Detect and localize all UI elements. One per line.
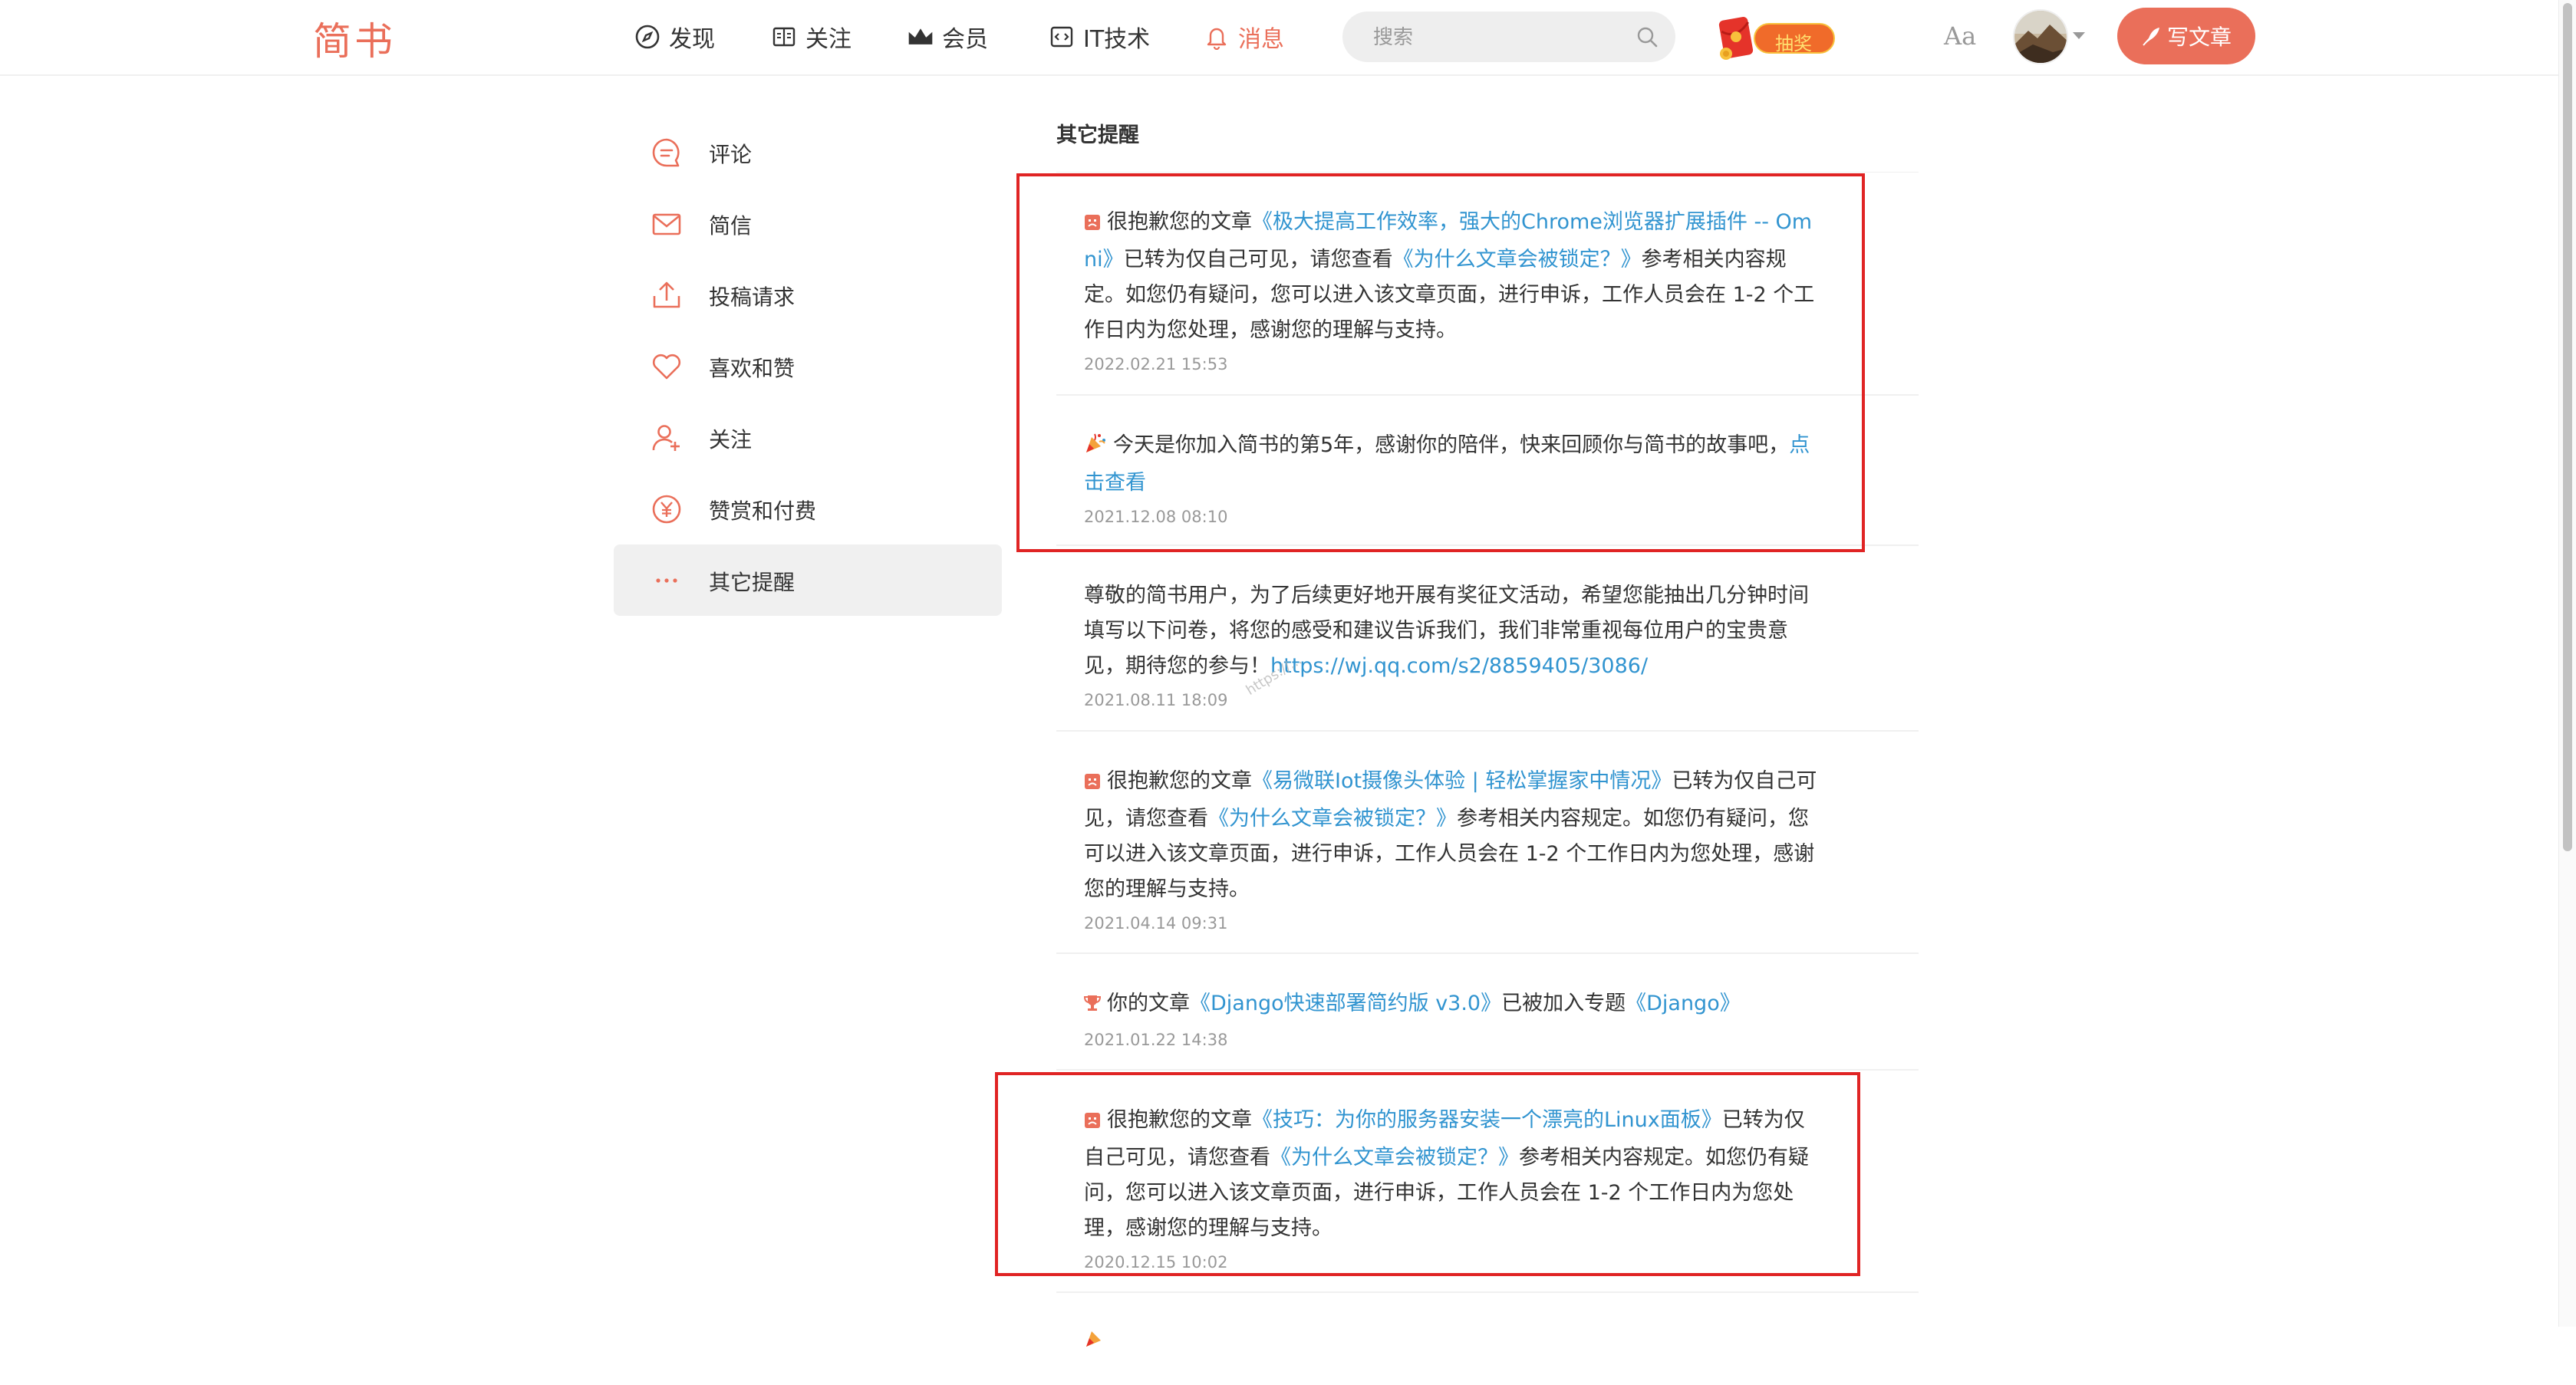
sidebar-item-label: 赞赏和付费 — [709, 498, 817, 524]
notice-body: 你的文章《Django快速部署简约版 v3.0》已被加入专题《Django》 — [1083, 986, 1819, 1024]
sidebar-item-submissions[interactable]: 投稿请求 — [614, 259, 1002, 331]
collection-link[interactable]: 《Django》 — [1626, 992, 1741, 1015]
page-scrollbar[interactable] — [2558, 0, 2576, 1327]
sidebar-item-label: 关注 — [709, 427, 753, 452]
nav-messages[interactable]: 消息 — [1203, 20, 1284, 54]
sidebar-item-label: 其它提醒 — [709, 570, 796, 595]
sad-face-icon — [1084, 1105, 1101, 1140]
crown-icon — [907, 23, 934, 51]
list-item: 今天是你加入简书的第5年，感谢你的陪伴，快来回顾你与简书的故事吧，点击查看 20… — [1056, 396, 1919, 546]
notification-sidebar: 评论 简信 投稿请求 喜欢和赞 关注 赞赏和付费 其它提醒 — [614, 117, 1002, 616]
book-icon — [770, 23, 798, 51]
nav-it-label: IT技术 — [1083, 26, 1151, 53]
notice-body: 今天是你加入简书的第5年，感谢你的陪伴，快来回顾你与简书的故事吧，点击查看 — [1084, 428, 1819, 501]
lottery-badge[interactable]: 抽奖 — [1709, 12, 1838, 63]
nav-messages-label: 消息 — [1238, 26, 1284, 53]
sidebar-item-other[interactable]: 其它提醒 — [614, 544, 1002, 616]
notice-text: 很抱歉您的文章 — [1107, 1108, 1252, 1132]
nav-it[interactable]: IT技术 — [1048, 20, 1150, 54]
notice-body: 很抱歉您的文章《极大提高工作效率，强大的Chrome浏览器扩展插件 -- Omn… — [1084, 205, 1819, 348]
nav-follow[interactable]: 关注 — [770, 20, 852, 54]
sidebar-item-label: 喜欢和赞 — [709, 356, 796, 381]
search-icon[interactable] — [1636, 25, 1659, 48]
search-box — [1342, 12, 1675, 64]
notice-body: 尊敬的简书用户，为了后续更好地开展有奖征文活动，希望您能抽出几分钟时间填写以下问… — [1084, 578, 1819, 684]
page-title: 其它提醒 — [1056, 123, 1139, 147]
search-input[interactable] — [1372, 12, 1620, 64]
notice-text: 你的文章 — [1107, 992, 1190, 1015]
notice-time: 2021.08.11 18:09 — [1084, 691, 1228, 709]
list-item — [1056, 1293, 1919, 1385]
sad-face-icon — [1084, 207, 1101, 242]
sad-face-icon — [1084, 766, 1101, 801]
lottery-pill: 抽奖 — [1754, 23, 1835, 54]
notice-time: 2022.02.21 15:53 — [1084, 355, 1228, 373]
sidebar-item-comments[interactable]: 评论 — [614, 117, 1002, 188]
article-link[interactable]: 《Django快速部署简约版 v3.0》 — [1190, 992, 1501, 1015]
sidebar-item-rewards[interactable]: 赞赏和付费 — [614, 473, 1002, 544]
notice-text: 很抱歉您的文章 — [1107, 769, 1252, 793]
sidebar-item-messages[interactable]: 简信 — [614, 188, 1002, 259]
sidebar-item-likes[interactable]: 喜欢和赞 — [614, 331, 1002, 402]
party-icon — [1084, 430, 1107, 466]
top-navbar: 简书 发现 关注 会员 IT技术 消息 抽奖 — [0, 0, 2576, 76]
font-size-toggle[interactable]: Aa — [1944, 21, 1976, 51]
trophy-icon — [1083, 989, 1102, 1024]
article-link[interactable]: 《技巧：为你的服务器安装一个漂亮的Linux面板》 — [1252, 1108, 1722, 1132]
list-item: 很抱歉您的文章《极大提高工作效率，强大的Chrome浏览器扩展插件 -- Omn… — [1056, 173, 1919, 396]
sidebar-item-label: 评论 — [709, 142, 753, 167]
notice-time: 2020.12.15 10:02 — [1084, 1253, 1228, 1272]
notice-time: 2021.01.22 14:38 — [1084, 1031, 1228, 1049]
code-icon — [1048, 23, 1076, 51]
avatar[interactable] — [2013, 9, 2068, 64]
article-link[interactable]: 《易微联Iot摄像头体验 | 轻松掌握家中情况》 — [1252, 769, 1672, 793]
mail-icon — [649, 206, 684, 242]
notice-body: 很抱歉您的文章《易微联Iot摄像头体验 | 轻松掌握家中情况》已转为仅自己可见，… — [1084, 764, 1819, 907]
notice-text: 已被加入专题 — [1501, 992, 1626, 1015]
comment-icon — [649, 135, 684, 170]
nav-follow-label: 关注 — [805, 26, 852, 53]
notice-text: 已转为仅自己可见，请您查看 — [1123, 248, 1393, 271]
write-article-label: 写文章 — [2166, 25, 2232, 50]
lock-policy-link[interactable]: 《为什么文章会被锁定？》 — [1270, 1146, 1519, 1170]
notice-text: 很抱歉您的文章 — [1107, 210, 1252, 234]
more-icon — [649, 563, 684, 598]
sidebar-item-label: 投稿请求 — [709, 285, 796, 310]
site-logo[interactable]: 简书 — [313, 11, 396, 66]
notice-time: 2021.04.14 09:31 — [1084, 914, 1228, 933]
lock-policy-link[interactable]: 《为什么文章会被锁定？》 — [1208, 807, 1457, 831]
notice-text: 今天是你加入简书的第5年，感谢你的陪伴，快来回顾你与简书的故事吧， — [1113, 433, 1790, 457]
nav-member-label: 会员 — [942, 26, 988, 53]
notice-list: 很抱歉您的文章《极大提高工作效率，强大的Chrome浏览器扩展插件 -- Omn… — [1056, 172, 1919, 1385]
nav-discover-label: 发现 — [669, 26, 715, 53]
compass-icon — [634, 23, 661, 51]
heart-icon — [649, 349, 684, 384]
survey-link[interactable]: https://wj.qq.com/s2/8859405/3086/ — [1270, 654, 1648, 678]
notice-body: 很抱歉您的文章《技巧：为你的服务器安装一个漂亮的Linux面板》已转为仅自己可见… — [1084, 1103, 1819, 1246]
scrollbar-thumb[interactable] — [2563, 3, 2572, 851]
list-item: 尊敬的简书用户，为了后续更好地开展有奖征文活动，希望您能抽出几分钟时间填写以下问… — [1056, 546, 1919, 732]
yen-icon — [649, 492, 684, 527]
lock-policy-link[interactable]: 《为什么文章会被锁定？》 — [1393, 248, 1642, 271]
sidebar-item-label: 简信 — [709, 213, 753, 239]
list-item: 你的文章《Django快速部署简约版 v3.0》已被加入专题《Django》 2… — [1056, 954, 1919, 1071]
bell-icon — [1203, 23, 1230, 51]
nav-member[interactable]: 会员 — [907, 20, 988, 54]
upload-icon — [649, 278, 684, 313]
write-article-button[interactable]: 写文章 — [2117, 8, 2255, 64]
avatar-image — [2014, 11, 2067, 63]
list-item: 很抱歉您的文章《技巧：为你的服务器安装一个漂亮的Linux面板》已转为仅自己可见… — [1056, 1071, 1919, 1293]
list-item: 很抱歉您的文章《易微联Iot摄像头体验 | 轻松掌握家中情况》已转为仅自己可见，… — [1056, 732, 1919, 954]
sidebar-item-follows[interactable]: 关注 — [614, 402, 1002, 473]
lottery-label: 抽奖 — [1775, 33, 1812, 54]
nav-discover[interactable]: 发现 — [634, 20, 715, 54]
feather-icon — [2143, 28, 2159, 46]
red-envelope-icon — [1718, 17, 1754, 60]
notice-time: 2021.12.08 08:10 — [1084, 508, 1228, 526]
party-icon — [1084, 1325, 1107, 1351]
add-user-icon — [649, 420, 684, 456]
chevron-down-icon[interactable] — [2073, 32, 2085, 39]
